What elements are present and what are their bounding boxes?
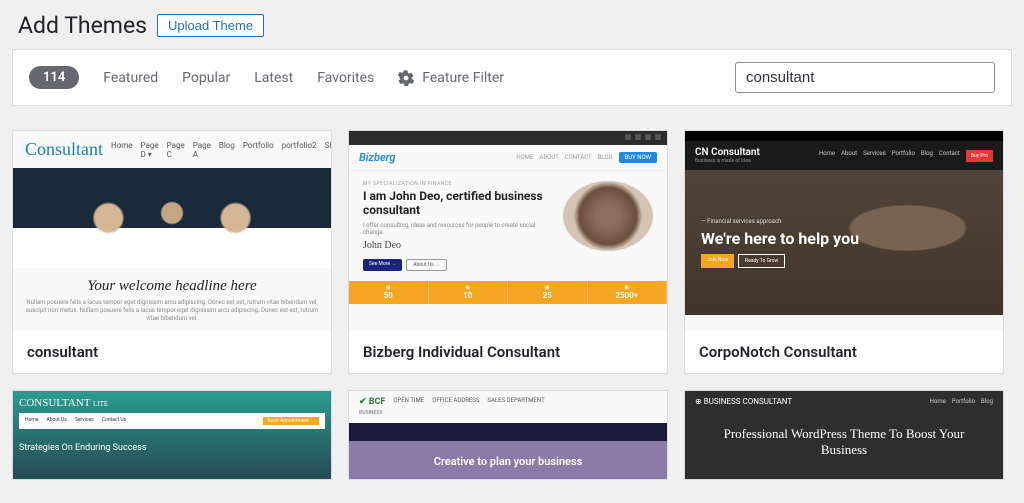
gear-icon	[398, 70, 414, 86]
theme-preview: CN ConsultantBusiness is made of Idea Ho…	[685, 131, 1003, 331]
page-title: Add Themes	[18, 12, 147, 39]
theme-preview: CONSULTANT LITE HomeAbout UsServicesCont…	[13, 391, 331, 480]
theme-name: CorpoNotch Consultant	[685, 331, 1003, 373]
upload-theme-button[interactable]: Upload Theme	[157, 14, 264, 37]
tab-featured[interactable]: Featured	[103, 70, 158, 86]
search-input[interactable]	[735, 62, 995, 93]
tab-latest[interactable]: Latest	[254, 70, 293, 86]
tab-popular[interactable]: Popular	[182, 70, 230, 86]
theme-card-business-consultant[interactable]: ⊕ BUSINESS CONSULTANTHomePortfolioBlog P…	[684, 390, 1004, 480]
results-count-badge: 114	[29, 66, 79, 89]
theme-preview: Consultant HomePage D ▾Page CPage ABlogP…	[13, 131, 331, 331]
theme-preview: ✔ BCFBUSINESSOPEN TIMEOFFICE ADDRESSSALE…	[349, 391, 667, 480]
tab-favorites[interactable]: Favorites	[317, 70, 374, 86]
theme-preview: ⊕ BUSINESS CONSULTANTHomePortfolioBlog P…	[685, 391, 1003, 480]
theme-card-bizberg[interactable]: Bizberg HOMEABOUTCONTACTBLOG BUY NOW MY …	[348, 130, 668, 374]
theme-card-corponotch[interactable]: CN ConsultantBusiness is made of Idea Ho…	[684, 130, 1004, 374]
theme-card-consultant-lite[interactable]: CONSULTANT LITE HomeAbout UsServicesCont…	[12, 390, 332, 480]
theme-card-consultant[interactable]: Consultant HomePage D ▾Page CPage ABlogP…	[12, 130, 332, 374]
feature-filter-button[interactable]: Feature Filter	[398, 70, 504, 86]
themes-grid: Consultant HomePage D ▾Page CPage ABlogP…	[0, 118, 1024, 492]
feature-filter-label: Feature Filter	[422, 70, 504, 86]
theme-name: Bizberg Individual Consultant	[349, 331, 667, 373]
filter-bar: 114 Featured Popular Latest Favorites Fe…	[12, 49, 1012, 106]
theme-name: consultant	[13, 331, 331, 373]
theme-preview: Bizberg HOMEABOUTCONTACTBLOG BUY NOW MY …	[349, 131, 667, 331]
theme-card-bcf[interactable]: ✔ BCFBUSINESSOPEN TIMEOFFICE ADDRESSSALE…	[348, 390, 668, 480]
